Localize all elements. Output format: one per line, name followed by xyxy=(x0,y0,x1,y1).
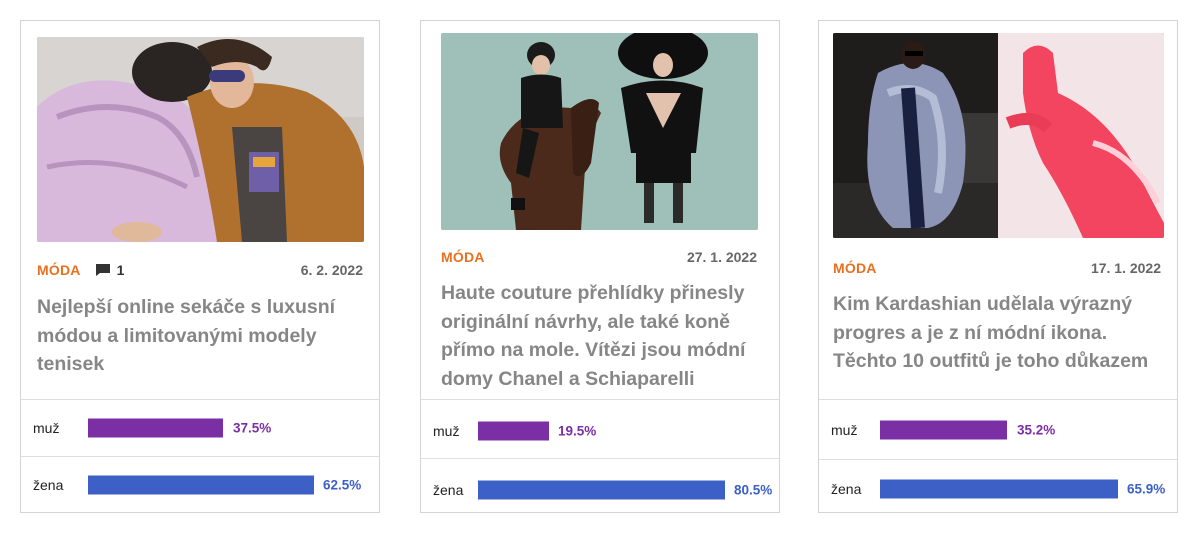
female-percent: 80.5% xyxy=(734,482,773,498)
female-percent: 65.9% xyxy=(1127,481,1166,497)
article-date: 27. 1. 2022 xyxy=(686,249,757,265)
article-date: 17. 1. 2022 xyxy=(1090,260,1161,276)
divider xyxy=(421,399,779,400)
article-card[interactable]: MÓDA 27. 1. 2022 Haute couture přehlídky… xyxy=(420,20,780,513)
divider xyxy=(819,459,1177,460)
divider xyxy=(421,458,779,459)
stat-label: žena xyxy=(33,477,64,493)
article-meta: MÓDA 17. 1. 2022 xyxy=(833,260,1161,276)
male-percent: 19.5% xyxy=(558,423,597,439)
stat-row-male: muž 19.5% xyxy=(421,403,779,459)
article-date: 6. 2. 2022 xyxy=(300,262,363,278)
stat-row-female: žena 80.5% xyxy=(421,462,779,518)
article-title[interactable]: Haute couture přehlídky přinesly originá… xyxy=(441,279,765,393)
category-link[interactable]: MÓDA xyxy=(441,249,485,265)
stat-label: muž xyxy=(831,422,858,438)
article-image[interactable] xyxy=(833,33,1164,238)
female-percent: 62.5% xyxy=(323,477,362,493)
category-link[interactable]: MÓDA xyxy=(37,262,81,278)
article-title[interactable]: Kim Kardashian udělala výrazný progres a… xyxy=(833,290,1163,376)
article-meta: MÓDA 27. 1. 2022 xyxy=(441,249,757,265)
stat-label: žena xyxy=(831,481,862,497)
article-title[interactable]: Nejlepší online sekáče s luxusní módou a… xyxy=(37,293,363,379)
male-bar xyxy=(880,420,1007,440)
article-card[interactable]: MÓDA 1 6. 2. 2022 Nejlepší online sekáče… xyxy=(20,20,380,513)
article-card[interactable]: MÓDA 17. 1. 2022 Kim Kardashian udělala … xyxy=(818,20,1178,513)
stat-row-male: muž 37.5% xyxy=(21,400,379,456)
stat-label: muž xyxy=(33,420,60,436)
male-bar xyxy=(88,418,223,438)
stat-label: žena xyxy=(433,482,464,498)
stat-label: muž xyxy=(433,423,460,439)
article-image[interactable] xyxy=(441,33,758,230)
divider xyxy=(819,399,1177,400)
comment-count-value: 1 xyxy=(116,262,125,278)
comment-count[interactable]: 1 xyxy=(95,262,125,278)
stat-row-female: žena 62.5% xyxy=(21,457,379,513)
article-image[interactable] xyxy=(37,37,364,242)
male-percent: 37.5% xyxy=(233,420,272,436)
female-bar xyxy=(88,475,314,495)
stat-row-female: žena 65.9% xyxy=(819,461,1177,517)
female-bar xyxy=(478,480,725,500)
male-bar xyxy=(478,421,549,441)
male-percent: 35.2% xyxy=(1017,422,1056,438)
article-meta: MÓDA 1 6. 2. 2022 xyxy=(37,262,363,278)
comment-icon xyxy=(95,264,110,276)
female-bar xyxy=(880,479,1118,499)
category-link[interactable]: MÓDA xyxy=(833,260,877,276)
stat-row-male: muž 35.2% xyxy=(819,402,1177,458)
